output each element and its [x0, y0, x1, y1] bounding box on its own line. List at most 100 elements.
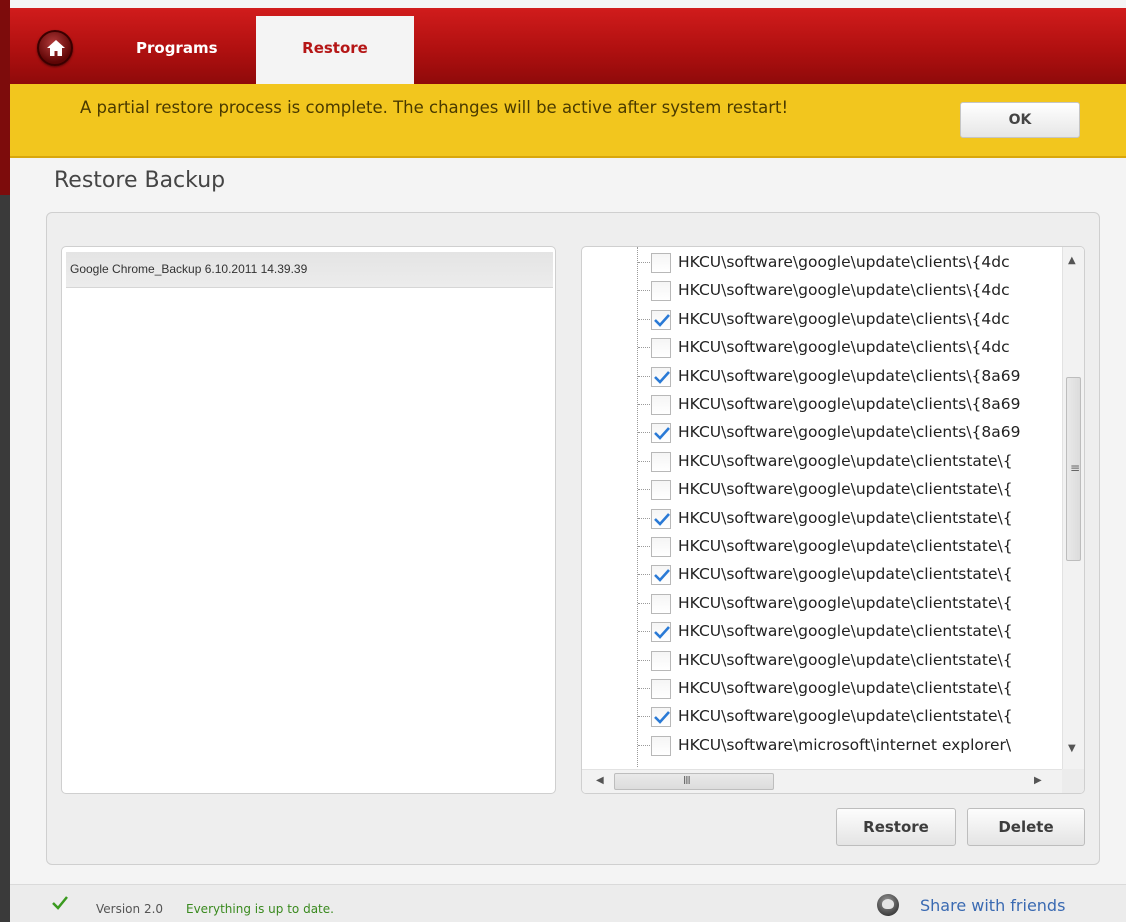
share-with-friends-link[interactable]: Share with friends: [920, 896, 1065, 915]
registry-key-label: HKCU\software\google\update\clientstate\…: [678, 508, 1013, 527]
registry-checkbox[interactable]: [651, 309, 671, 330]
tree-branch-line: [638, 489, 650, 491]
registry-checkbox[interactable]: [651, 679, 671, 699]
status-bar: Version 2.0 Everything is up to date. Sh…: [10, 884, 1126, 922]
registry-checkbox[interactable]: [651, 338, 671, 359]
tree-branch-line: [638, 574, 650, 576]
vertical-scroll-thumb[interactable]: ≡: [1066, 377, 1081, 561]
tree-branch-line: [638, 517, 650, 519]
registry-tree: HKCU\software\google\update\clients\{4dc…: [581, 246, 1085, 794]
registry-checkbox[interactable]: [651, 565, 671, 586]
registry-key-label: HKCU\software\google\update\clientstate\…: [678, 537, 1013, 555]
registry-checkbox[interactable]: [651, 253, 671, 273]
scroll-grip-icon: III: [683, 774, 691, 787]
registry-checkbox[interactable]: [651, 480, 671, 501]
registry-row[interactable]: HKCU\software\google\update\clientstate\…: [582, 476, 1062, 504]
backup-list-item[interactable]: Google Chrome_Backup 6.10.2011 14.39.39: [66, 252, 553, 288]
home-button[interactable]: [37, 30, 73, 66]
restore-button[interactable]: Restore: [836, 808, 956, 846]
checkmark-icon: [654, 512, 670, 526]
registry-row[interactable]: HKCU\software\google\update\clients\{4dc: [582, 334, 1062, 362]
version-label: Version 2.0: [96, 902, 164, 916]
checkmark-icon: [654, 370, 670, 384]
tree-branch-line: [638, 432, 650, 434]
notification-message: A partial restore process is complete. T…: [80, 98, 789, 117]
ok-button[interactable]: OK: [960, 102, 1080, 138]
registry-checkbox[interactable]: [651, 537, 671, 557]
scroll-up-arrow-icon[interactable]: ▲: [1068, 255, 1076, 266]
registry-key-label: HKCU\software\google\update\clients\{4dc: [678, 281, 1010, 300]
registry-checkbox[interactable]: [651, 281, 671, 302]
registry-key-label: HKCU\software\google\update\clientstate\…: [678, 707, 1013, 726]
vertical-scrollbar[interactable]: ▲ ≡ ▼: [1062, 247, 1084, 769]
delete-button[interactable]: Delete: [967, 808, 1085, 846]
checkmark-icon: [654, 711, 670, 725]
registry-row[interactable]: HKCU\software\microsoft\internet explore…: [582, 732, 1062, 760]
registry-checkbox[interactable]: [651, 395, 671, 415]
tree-branch-line: [638, 460, 650, 462]
registry-row[interactable]: HKCU\software\google\update\clientstate\…: [582, 533, 1062, 561]
scroll-right-arrow-icon[interactable]: ▶: [1034, 775, 1042, 786]
registry-key-label: HKCU\software\google\update\clientstate\…: [678, 565, 1013, 584]
share-icon[interactable]: [877, 894, 899, 916]
top-navigation-bar: Programs Restore Backup: [10, 0, 1126, 121]
tree-branch-line: [638, 688, 650, 689]
scroll-down-arrow-icon[interactable]: ▼: [1068, 743, 1076, 754]
tab-restore-backup[interactable]: Restore Backup: [256, 16, 414, 121]
registry-checkbox[interactable]: [651, 508, 671, 529]
registry-checkbox[interactable]: [651, 593, 671, 614]
app-window: Programs Restore Backup A partial restor…: [0, 0, 1126, 922]
registry-key-label: HKCU\software\google\update\clients\{4dc: [678, 338, 1010, 357]
tree-branch-line: [638, 659, 650, 661]
update-status-label: Everything is up to date.: [186, 902, 334, 916]
registry-row[interactable]: HKCU\software\google\update\clientstate\…: [582, 505, 1062, 533]
tree-branch-line: [638, 347, 650, 349]
registry-checkbox[interactable]: [651, 650, 671, 671]
registry-key-label: HKCU\software\google\update\clients\{8a6…: [678, 366, 1021, 385]
checkmark-icon: [654, 313, 670, 327]
tree-branch-line: [638, 716, 650, 718]
tree-branch-line: [638, 290, 650, 292]
checkmark-icon: [654, 569, 670, 583]
registry-row[interactable]: HKCU\software\google\update\clientstate\…: [582, 618, 1062, 646]
registry-checkbox[interactable]: [651, 707, 671, 728]
tree-branch-line: [638, 744, 650, 746]
registry-key-label: HKCU\software\google\update\clientstate\…: [678, 593, 1013, 612]
registry-checkbox[interactable]: [651, 423, 671, 444]
backup-list: Google Chrome_Backup 6.10.2011 14.39.39: [61, 246, 556, 794]
tree-branch-line: [638, 602, 650, 604]
scroll-left-arrow-icon[interactable]: ◀: [596, 775, 604, 786]
registry-row[interactable]: HKCU\software\google\update\clientstate\…: [582, 448, 1062, 476]
registry-checkbox[interactable]: [651, 622, 671, 643]
registry-key-label: HKCU\software\google\update\clientstate\…: [678, 622, 1013, 641]
registry-row[interactable]: HKCU\software\google\update\clientstate\…: [582, 561, 1062, 589]
registry-checkbox[interactable]: [651, 366, 671, 387]
registry-key-label: HKCU\software\google\update\clients\{4dc: [678, 309, 1010, 328]
scrollbar-corner: [1062, 769, 1084, 793]
registry-row[interactable]: HKCU\software\google\update\clients\{8a6…: [582, 391, 1062, 419]
horizontal-scroll-thumb[interactable]: III: [614, 773, 774, 790]
registry-row[interactable]: HKCU\software\google\update\clients\{8a6…: [582, 419, 1062, 447]
tree-branch-line: [638, 404, 650, 405]
registry-row[interactable]: HKCU\software\google\update\clientstate\…: [582, 590, 1062, 618]
registry-key-label: HKCU\software\microsoft\internet explore…: [678, 735, 1012, 754]
registry-key-label: HKCU\software\google\update\clients\{4dc: [678, 253, 1010, 271]
registry-row[interactable]: HKCU\software\google\update\clientstate\…: [582, 675, 1062, 703]
registry-key-label: HKCU\software\google\update\clientstate\…: [678, 451, 1013, 470]
tree-branch-line: [638, 375, 650, 377]
tree-branch-line: [638, 631, 650, 633]
registry-checkbox[interactable]: [651, 735, 671, 756]
registry-row[interactable]: HKCU\software\google\update\clients\{4dc: [582, 306, 1062, 334]
registry-key-label: HKCU\software\google\update\clientstate\…: [678, 650, 1013, 669]
notification-banner: A partial restore process is complete. T…: [10, 84, 1126, 158]
registry-row[interactable]: HKCU\software\google\update\clientstate\…: [582, 647, 1062, 675]
page-title: Restore Backup: [54, 168, 226, 193]
horizontal-scrollbar[interactable]: ◀ III ▶: [582, 769, 1064, 793]
registry-row[interactable]: HKCU\software\google\update\clients\{4dc: [582, 277, 1062, 305]
registry-row[interactable]: HKCU\software\google\update\clients\{8a6…: [582, 363, 1062, 391]
checkmark-icon: [654, 626, 670, 640]
registry-checkbox[interactable]: [651, 451, 671, 472]
registry-row[interactable]: HKCU\software\google\update\clients\{4dc: [582, 249, 1062, 277]
registry-row[interactable]: HKCU\software\google\update\clientstate\…: [582, 703, 1062, 731]
tab-programs[interactable]: Programs: [122, 16, 232, 92]
